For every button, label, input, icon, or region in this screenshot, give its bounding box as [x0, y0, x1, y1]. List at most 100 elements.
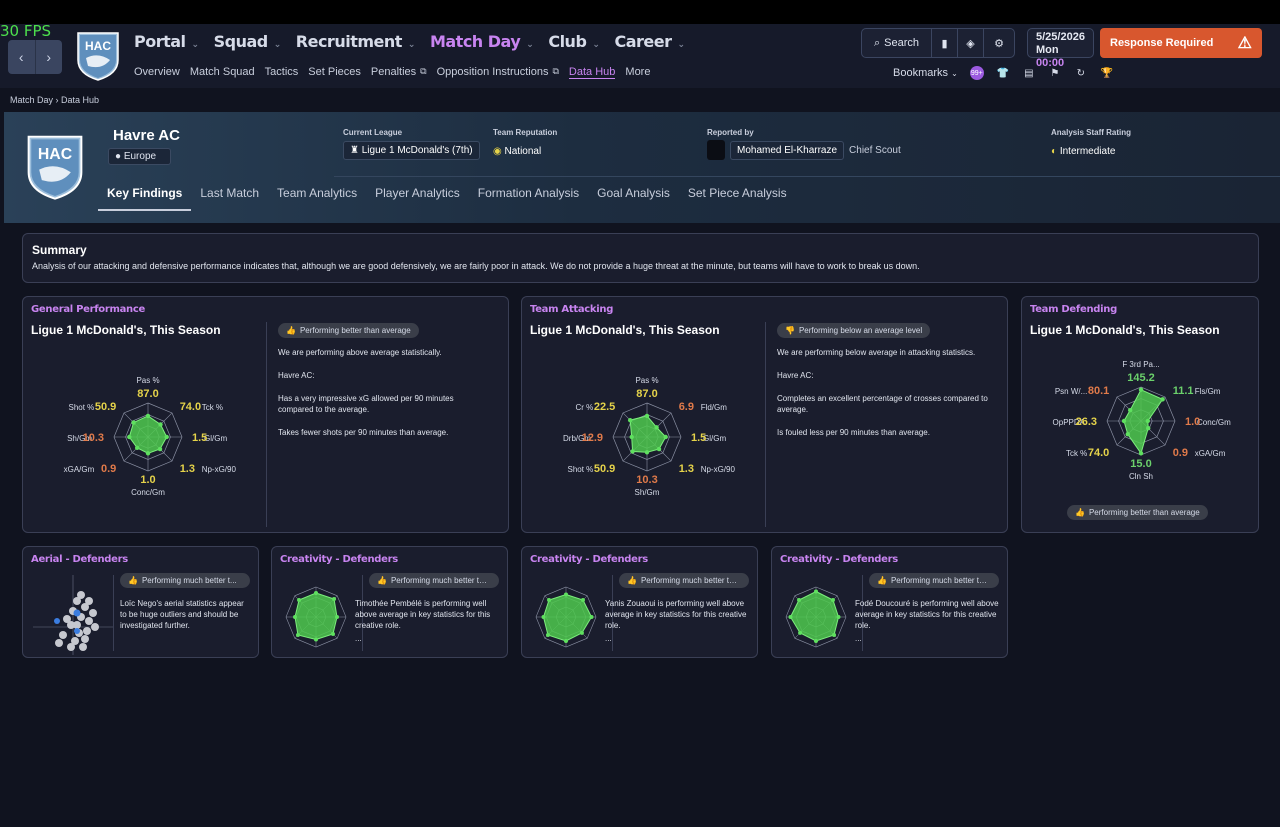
radar-point: [547, 598, 552, 603]
nav-item-portal[interactable]: Portal ⌄: [134, 32, 199, 51]
tab-last-match[interactable]: Last Match: [191, 184, 268, 211]
radar-value-label: 15.0: [1130, 458, 1151, 470]
mini-card-2[interactable]: Creativity - Defenders 👍 Performing much …: [271, 546, 508, 658]
tab-key-findings[interactable]: Key Findings: [98, 184, 192, 211]
radar-value-label: 10.3: [636, 474, 657, 486]
radar-point: [314, 637, 318, 642]
mini-card-3[interactable]: Creativity - Defenders 👍 Performing much …: [521, 546, 758, 658]
forward-arrow-icon[interactable]: ›: [36, 40, 63, 74]
radar-point: [164, 434, 169, 440]
radar-point: [1146, 426, 1151, 431]
card-title: Team Defending: [1030, 304, 1117, 315]
desc-line: Takes fewer shots per 90 minutes than av…: [278, 428, 449, 437]
nav-item-club[interactable]: Club ⌄: [548, 32, 600, 51]
bookmarks-label: Bookmarks: [893, 67, 949, 79]
scout-role: Chief Scout: [849, 144, 901, 156]
tab-set-piece-analysis[interactable]: Set Piece Analysis: [679, 184, 796, 211]
subnav-opposition-instructions[interactable]: Opposition Instructions: [437, 66, 549, 79]
subnav-set-pieces[interactable]: Set Pieces: [308, 66, 361, 79]
league-info: Current League ♜ Ligue 1 McDonald's (7th…: [343, 128, 480, 160]
back-arrow-icon[interactable]: ‹: [8, 40, 36, 74]
radar-point: [545, 633, 550, 638]
radar-axis-label: Gl/Gm: [204, 434, 227, 443]
subnav-tactics[interactable]: Tactics: [265, 66, 299, 79]
scout-name[interactable]: Mohamed El-Kharraze: [730, 140, 845, 160]
radar-axis-label: Pas %: [136, 376, 159, 385]
nav-item-recruitment[interactable]: Recruitment ⌄: [296, 32, 416, 51]
scatter-point: [59, 631, 67, 639]
more-ellipsis: ...: [355, 634, 362, 643]
rating-info: Analysis Staff Rating ◐ Intermediate: [1051, 128, 1131, 157]
bookmark-button[interactable]: ▮: [932, 29, 958, 57]
help-button[interactable]: ◈: [958, 29, 984, 57]
search-icon: ⌕: [873, 36, 881, 49]
toolbar: ⌕ Search ▮ ◈ ⚙: [861, 28, 1015, 58]
chevron-down-icon: ⌄: [191, 40, 200, 50]
subnav-data-hub[interactable]: Data Hub: [568, 66, 616, 79]
card-title: Creativity - Defenders: [530, 554, 648, 565]
scout-info: Reported by Mohamed El-Kharraze Chief Sc…: [707, 128, 901, 160]
nav-item-squad[interactable]: Squad ⌄: [214, 32, 282, 51]
radar-axis-label: Shot %: [69, 403, 95, 412]
scout-avatar[interactable]: [707, 140, 725, 160]
nav-item-career[interactable]: Career ⌄: [614, 32, 685, 51]
subnav-penalties[interactable]: Penalties: [371, 66, 416, 79]
external-link-icon: ⧉: [420, 66, 427, 76]
subnav-match-squad[interactable]: Match Squad: [190, 66, 255, 79]
tab-team-analytics[interactable]: Team Analytics: [268, 184, 366, 211]
radar-point: [654, 425, 659, 430]
subnav-more[interactable]: More: [625, 66, 650, 79]
mini-card-1[interactable]: Aerial - Defenders 👍 Performing much bett…: [22, 546, 259, 658]
region-badge: ● Europe: [108, 148, 171, 165]
radar-axis-label: F 3rd Pa...: [1122, 360, 1159, 369]
defending-radar-chart: F 3rd Pa... 145.2 Fls/Gm11.1 Conc/Gm1.0 xGA/…: [1053, 360, 1232, 481]
tab-formation-analysis[interactable]: Formation Analysis: [469, 184, 588, 211]
training-icon[interactable]: ⚑: [1048, 66, 1062, 80]
radar-value-label: 145.2: [1127, 372, 1155, 384]
sub-nav: Overview Match Squad Tactics Set Pieces Pena…: [134, 66, 650, 79]
search-button[interactable]: ⌕ Search: [862, 29, 932, 57]
aerial-scatter-chart: [33, 575, 113, 655]
scatter-point-highlight: [73, 609, 81, 617]
bookmark-icon: ▮: [941, 37, 948, 50]
club-crest-logo[interactable]: HAC: [76, 30, 120, 82]
radar-axis-label: Cln Sh: [1129, 472, 1153, 481]
desc-line: Completes an excellent percentage of cro…: [777, 394, 988, 414]
scatter-point-highlight: [54, 618, 60, 624]
nav-label: Match Day: [429, 32, 521, 51]
scatter-point: [77, 591, 85, 599]
subnav-overview[interactable]: Overview: [134, 66, 180, 79]
team-attacking-card[interactable]: Team Attacking Ligue 1 McDonald's, This …: [521, 296, 1008, 533]
breadcrumb-match-day[interactable]: Match Day: [10, 95, 53, 105]
radar-point: [297, 598, 302, 603]
radar-value-label: 1.3: [679, 463, 694, 475]
refresh-icon[interactable]: ↻: [1074, 66, 1088, 80]
league-pill[interactable]: ♜ Ligue 1 McDonald's (7th): [343, 141, 480, 160]
trophy-icon[interactable]: 🏆: [1100, 66, 1114, 80]
settings-button[interactable]: ⚙: [984, 29, 1014, 57]
general-performance-card[interactable]: General Performance Ligue 1 McDonald's, …: [22, 296, 509, 533]
date-time-box[interactable]: 5/25/2026 Mon 00:00: [1027, 28, 1094, 69]
mini-description: Fodé Doucouré is performing well above a…: [855, 599, 999, 630]
response-required-button[interactable]: Response Required ⚠: [1100, 28, 1262, 58]
desc-line: Havre AC:: [278, 371, 315, 380]
nav-item-match-day[interactable]: Match Day ⌄: [429, 32, 534, 51]
shirt-icon[interactable]: 👕: [996, 66, 1010, 80]
tab-goal-analysis[interactable]: Goal Analysis: [588, 184, 679, 211]
mini-card-4[interactable]: Creativity - Defenders 👍 Performing much …: [771, 546, 1008, 658]
team-defending-card[interactable]: Team Defending Ligue 1 McDonald's, This …: [1021, 296, 1259, 533]
scatter-point: [81, 635, 89, 643]
report-icon[interactable]: ▤: [1022, 66, 1036, 80]
desc-line: We are performing above average statisti…: [278, 348, 442, 357]
creativity-radar-chart: [785, 586, 847, 648]
scatter-point: [91, 623, 99, 631]
svg-text:HAC: HAC: [38, 146, 72, 163]
club-badge-large: HAC: [27, 135, 83, 200]
inbox-icon[interactable]: 99+: [969, 66, 984, 80]
card-title: Creativity - Defenders: [280, 554, 398, 565]
general-radar-chart: Pas % 87.0 Tck %74.0 Gl/Gm1.5 Np-xG/90 1.3 Con…: [64, 376, 237, 497]
radar-axis-label: xGA/Gm: [64, 465, 95, 474]
tab-player-analytics[interactable]: Player Analytics: [366, 184, 469, 211]
trophy-small-icon: ♜: [350, 145, 359, 156]
bookmarks-dropdown[interactable]: Bookmarks ⌄: [893, 67, 958, 79]
